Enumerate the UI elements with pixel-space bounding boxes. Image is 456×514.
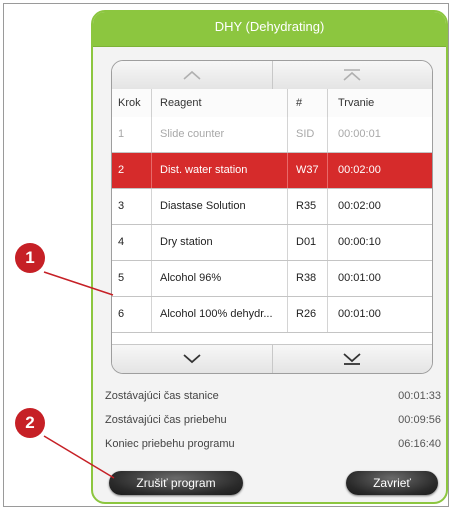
cell-trvanie: 00:01:00 bbox=[338, 272, 381, 284]
scroll-to-top-icon bbox=[343, 69, 361, 81]
run-remaining-value: 00:09:56 bbox=[398, 414, 441, 426]
table-row[interactable]: 5 Alcohol 96% R38 00:01:00 bbox=[112, 261, 432, 297]
cell-reagent: Alcohol 100% dehydr... bbox=[152, 297, 288, 332]
chevron-up-icon bbox=[183, 70, 201, 80]
scroll-down-button[interactable] bbox=[112, 345, 273, 373]
cell-reagent: Alcohol 96% bbox=[152, 261, 288, 296]
cell-number: R26 bbox=[288, 297, 328, 332]
table-body: 1 Slide counter SID 00:00:01 2 Dist. wat… bbox=[112, 117, 432, 333]
cell-number: R38 bbox=[288, 261, 328, 296]
cell-number: SID bbox=[288, 117, 328, 152]
table-row[interactable]: 3 Diastase Solution R35 00:02:00 bbox=[112, 189, 432, 225]
header-trvanie: Trvanie bbox=[338, 97, 375, 109]
cell-number: W37 bbox=[288, 153, 328, 188]
header-krok: Krok bbox=[112, 89, 152, 117]
scroll-to-top-button[interactable] bbox=[273, 61, 433, 89]
cell-krok: 2 bbox=[112, 153, 152, 188]
cell-krok: 1 bbox=[112, 117, 152, 152]
scroll-up-button[interactable] bbox=[112, 61, 273, 89]
header-number: # bbox=[288, 89, 328, 117]
station-remaining-row: Zostávajúci čas stanice 00:01:33 bbox=[105, 384, 441, 408]
table-row[interactable]: 6 Alcohol 100% dehydr... R26 00:01:00 bbox=[112, 297, 432, 333]
cell-reagent: Slide counter bbox=[152, 117, 288, 152]
program-dialog: DHY (Dehydrating) Krok Reagent # Trvanie bbox=[91, 10, 448, 504]
cell-trvanie: 00:00:10 bbox=[338, 236, 381, 248]
table-row[interactable]: 4 Dry station D01 00:00:10 bbox=[112, 225, 432, 261]
program-end-row: Koniec priebehu programu 06:16:40 bbox=[105, 432, 441, 456]
station-remaining-value: 00:01:33 bbox=[398, 390, 441, 402]
table-row[interactable]: 1 Slide counter SID 00:00:01 bbox=[112, 117, 432, 153]
close-button[interactable]: Zavrieť bbox=[346, 471, 438, 495]
table-header: Krok Reagent # Trvanie bbox=[112, 89, 432, 118]
cell-trvanie: 00:01:00 bbox=[338, 308, 381, 320]
chevron-down-icon bbox=[183, 354, 201, 364]
cell-reagent: Dry station bbox=[152, 225, 288, 260]
cell-reagent: Dist. water station bbox=[152, 153, 288, 188]
callout-marker-2: 2 bbox=[15, 408, 45, 438]
abort-program-button[interactable]: Zrušiť program bbox=[109, 471, 243, 495]
station-remaining-label: Zostávajúci čas stanice bbox=[105, 390, 219, 402]
run-remaining-label: Zostávajúci čas priebehu bbox=[105, 414, 227, 426]
run-remaining-row: Zostávajúci čas priebehu 00:09:56 bbox=[105, 408, 441, 432]
scroll-to-bottom-button[interactable] bbox=[273, 345, 433, 373]
cell-trvanie: 00:00:01 bbox=[338, 128, 381, 140]
scroll-bar-bottom bbox=[112, 344, 432, 373]
cell-number: R35 bbox=[288, 189, 328, 224]
table-row-selected[interactable]: 2 Dist. water station W37 00:02:00 bbox=[112, 153, 432, 189]
cell-trvanie: 00:02:00 bbox=[338, 200, 381, 212]
header-reagent: Reagent bbox=[152, 89, 288, 117]
callout-marker-1: 1 bbox=[15, 243, 45, 273]
cell-number: D01 bbox=[288, 225, 328, 260]
cell-trvanie: 00:02:00 bbox=[338, 164, 381, 176]
cell-krok: 3 bbox=[112, 189, 152, 224]
dialog-title: DHY (Dehydrating) bbox=[93, 12, 446, 47]
cell-krok: 4 bbox=[112, 225, 152, 260]
cell-krok: 6 bbox=[112, 297, 152, 332]
program-end-value: 06:16:40 bbox=[398, 438, 441, 450]
run-info: Zostávajúci čas stanice 00:01:33 Zostáva… bbox=[105, 384, 441, 456]
scroll-bar-top bbox=[112, 61, 432, 90]
cell-krok: 5 bbox=[112, 261, 152, 296]
steps-table: Krok Reagent # Trvanie 1 Slide counter S… bbox=[111, 60, 433, 374]
scroll-to-bottom-icon bbox=[343, 353, 361, 365]
program-end-label: Koniec priebehu programu bbox=[105, 438, 235, 450]
cell-reagent: Diastase Solution bbox=[152, 189, 288, 224]
